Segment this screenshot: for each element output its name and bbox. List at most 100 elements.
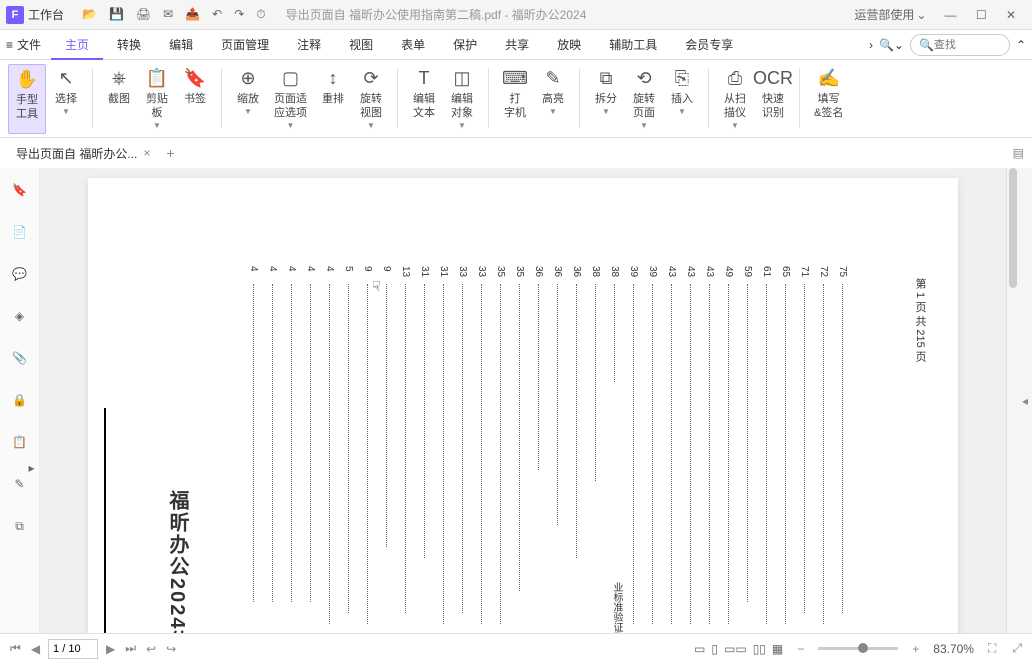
open-icon[interactable]: 📂 (82, 7, 97, 22)
facing-view-icon[interactable]: ▭▭ (724, 642, 747, 656)
ribbon-highlight-button[interactable]: ✎高亮▼ (535, 64, 571, 134)
sign-icon: ✍ (817, 66, 841, 90)
right-panel-toggle[interactable]: ◂ (1018, 168, 1032, 633)
ribbon-insert-button[interactable]: ⎘插入▼ (664, 64, 700, 134)
workdesk-label[interactable]: 工作台 (28, 6, 64, 23)
toc-leader-dots (766, 284, 767, 624)
menu-tab-6[interactable]: 表单 (387, 30, 439, 60)
maximize-button[interactable]: ☐ (968, 8, 995, 22)
pdf-page: 福昕办公套件使用指南 福昕办公2024使用指南 第 1 页 共 215 页 4D… (88, 178, 958, 633)
menu-tab-4[interactable]: 注释 (283, 30, 335, 60)
layers-panel-icon[interactable]: ◈ (8, 304, 32, 328)
ribbon-object-button[interactable]: ◫编辑对象▼ (444, 64, 480, 134)
file-menu[interactable]: ≡ 文件 (6, 36, 41, 53)
fullscreen-icon[interactable]: ⤢ (1010, 641, 1024, 656)
menu-tab-2[interactable]: 编辑 (155, 30, 207, 60)
menu-tab-5[interactable]: 视图 (335, 30, 387, 60)
continuous-view-icon[interactable]: ▯ (711, 642, 718, 656)
zoom-in-button[interactable]: + (910, 642, 921, 656)
toc-leader-dots (519, 284, 520, 591)
user-dropdown[interactable]: 运营部使用 ⌄ (854, 6, 926, 23)
ribbon-reflow-button[interactable]: ↕重排 (315, 64, 351, 134)
document-tab[interactable]: 导出页面自 福昕办公... × (8, 141, 158, 166)
ribbon-cursor-button[interactable]: ↖选择▼ (48, 64, 84, 134)
toc-page-number: 49 (723, 266, 734, 277)
single-page-view-icon[interactable]: ▭ (694, 642, 705, 656)
pages-panel-icon[interactable]: 📄 (8, 220, 32, 244)
form-panel-icon[interactable]: 📋 (8, 430, 32, 454)
attachments-panel-icon[interactable]: 📎 (8, 346, 32, 370)
toc-page-number: 65 (780, 266, 791, 277)
history-icon[interactable]: ⏱ (256, 7, 265, 22)
zoom-icon: ⊕ (236, 66, 260, 90)
fit-icon: ▢ (279, 66, 303, 90)
menu-collapse-icon[interactable]: ⌃ (1016, 38, 1026, 52)
export-icon[interactable]: 📤 (185, 7, 200, 22)
ribbon-rotpage-button[interactable]: ⟲旋转页面▼ (626, 64, 662, 134)
page-viewport[interactable]: 福昕办公套件使用指南 福昕办公2024使用指南 第 1 页 共 215 页 4D… (40, 168, 1006, 633)
menu-tab-10[interactable]: 辅助工具 (595, 30, 671, 60)
zoom-out-button[interactable]: − (795, 642, 806, 656)
close-tab-icon[interactable]: × (143, 146, 150, 160)
toc-page-number: 33 (457, 266, 468, 277)
prev-page-button[interactable]: ◀ (29, 642, 42, 656)
menu-tab-0[interactable]: 主页 (51, 30, 103, 60)
comments-panel-icon[interactable]: 💬 (8, 262, 32, 286)
ribbon-zoom-button[interactable]: ⊕缩放▼ (230, 64, 266, 134)
ribbon-type-button[interactable]: ⌨打字机 (497, 64, 533, 134)
clipboard-icon: 📋 (145, 66, 169, 90)
ribbon-crop-button[interactable]: ⎈截图 (101, 64, 137, 134)
ribbon-scan-button[interactable]: ⎙从扫描仪▼ (717, 64, 753, 134)
email-icon[interactable]: ✉ (163, 7, 173, 22)
minimize-button[interactable]: — (936, 8, 964, 22)
ribbon-bookmark-button[interactable]: 🔖书签 (177, 64, 213, 134)
menu-tab-9[interactable]: 放映 (543, 30, 595, 60)
panel-toggle-icon[interactable]: ▤ (1013, 146, 1024, 160)
ribbon-sign-button[interactable]: ✍填写&签名 (808, 64, 849, 134)
redo-icon[interactable]: ↷ (234, 7, 244, 22)
print-icon[interactable]: 🖨 (136, 7, 151, 22)
ribbon-ocr-button[interactable]: OCR快速识别 (755, 64, 791, 134)
bookmark-panel-icon[interactable]: 🔖 (8, 178, 32, 202)
highlight-icon: ✎ (541, 66, 565, 90)
close-button[interactable]: ✕ (998, 8, 1024, 22)
security-panel-icon[interactable]: 🔒 (8, 388, 32, 412)
first-page-button[interactable]: ⏮ (8, 641, 23, 656)
next-page-button[interactable]: ▶ (104, 642, 117, 656)
undo-icon[interactable]: ↶ (212, 7, 222, 22)
toc-page-number: 59 (742, 266, 753, 277)
search-input[interactable] (934, 39, 994, 51)
zoom-slider-thumb[interactable] (858, 643, 868, 653)
save-icon[interactable]: 💾 (109, 7, 124, 22)
find-dropdown-icon[interactable]: 🔍⌄ (879, 38, 904, 52)
ribbon-fit-button[interactable]: ▢页面适应选项▼ (268, 64, 313, 134)
toc-leader-dots (785, 284, 786, 624)
last-page-button[interactable]: ⏭ (123, 641, 138, 656)
ribbon-clipboard-button[interactable]: 📋剪贴板▼ (139, 64, 175, 134)
add-tab-button[interactable]: + (166, 145, 174, 161)
zoom-slider[interactable] (818, 647, 898, 650)
menu-more-icon[interactable]: › (869, 38, 873, 52)
zoom-value[interactable]: 83.70% (933, 642, 974, 656)
ribbon-split-button[interactable]: ⧉拆分▼ (588, 64, 624, 134)
menu-tab-1[interactable]: 转换 (103, 30, 155, 60)
menu-tab-7[interactable]: 保护 (439, 30, 491, 60)
menu-tab-3[interactable]: 页面管理 (207, 30, 283, 60)
ribbon-hand-button[interactable]: ✋手型工具 (8, 64, 46, 134)
continuous-facing-view-icon[interactable]: ▯▯ (753, 642, 766, 656)
vertical-scrollbar[interactable] (1006, 168, 1018, 633)
fit-width-icon[interactable]: ⛶ (986, 641, 998, 656)
thumbnail-view-icon[interactable]: ▦ (772, 642, 783, 656)
toc-leader-dots (842, 284, 843, 613)
search-box[interactable]: 🔍 (910, 34, 1010, 56)
compare-panel-icon[interactable]: ⧉ (8, 514, 32, 538)
back-button[interactable]: ↩ (144, 642, 158, 656)
page-number-input[interactable] (48, 639, 98, 659)
menu-tab-8[interactable]: 共享 (491, 30, 543, 60)
forward-button[interactable]: ↪ (164, 642, 178, 656)
scroll-thumb[interactable] (1009, 168, 1017, 288)
menu-tab-11[interactable]: 会员专享 (671, 30, 747, 60)
ribbon-rotate-button[interactable]: ⟳旋转视图▼ (353, 64, 389, 134)
ribbon-text-button[interactable]: T编辑文本 (406, 64, 442, 134)
toc-page-number: 31 (438, 266, 449, 277)
